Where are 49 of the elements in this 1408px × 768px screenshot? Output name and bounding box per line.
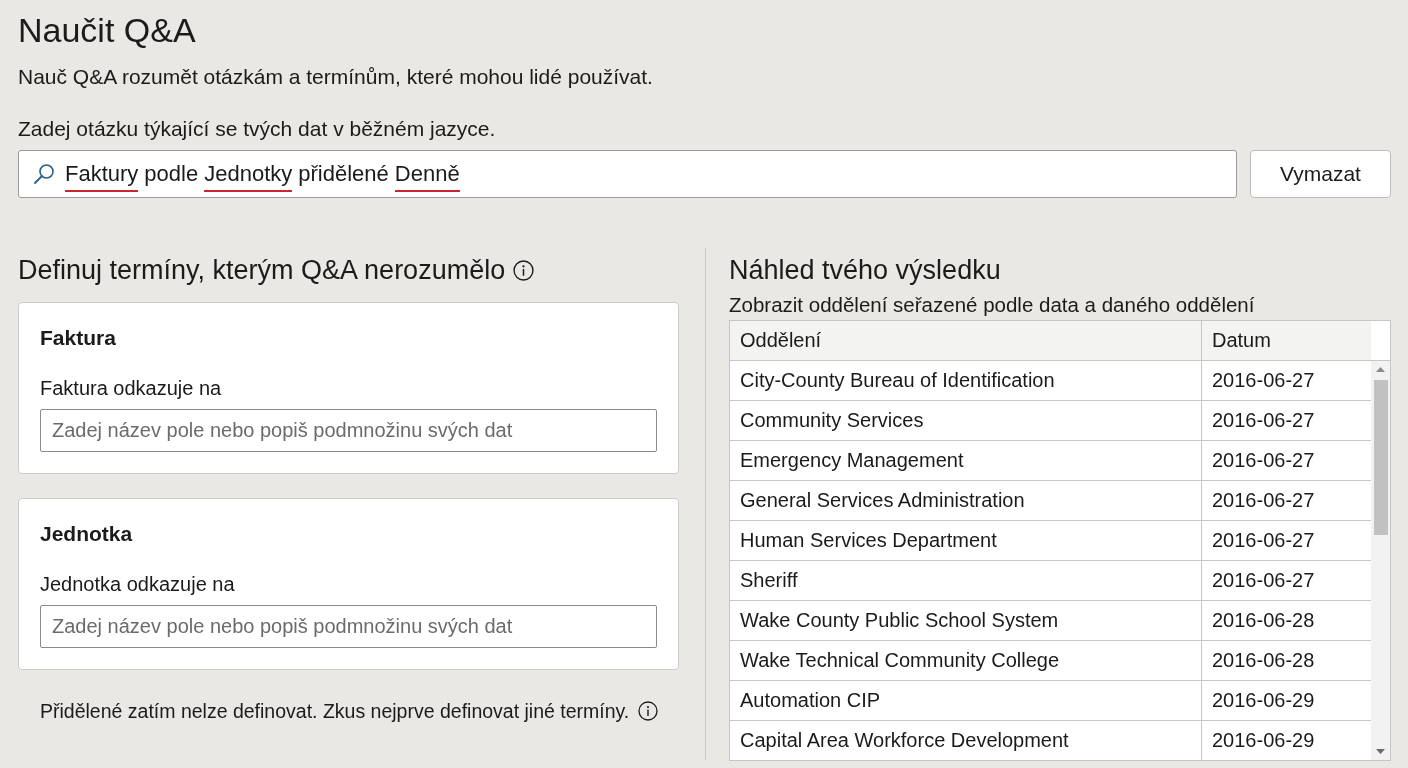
table-cell-text: 2016-06-27 (1211, 528, 1316, 553)
scroll-up-icon[interactable] (1376, 367, 1385, 372)
underlined-word: Denně (394, 160, 460, 192)
table-cell-text: 2016-06-29 (1211, 688, 1316, 713)
table-cell: Automation CIP (730, 681, 1202, 720)
result-description: Zobrazit oddělení seřazené podle data a daného oddělení (729, 293, 1255, 317)
table-cell: Human Services Department (730, 521, 1202, 560)
query-word: přidělené (298, 160, 389, 188)
column-header: Oddělení (730, 321, 1202, 360)
table-cell: City-County Bureau of Identification (730, 361, 1202, 400)
table-cell: Community Services (730, 401, 1202, 440)
table-cell-text: 2016-06-28 (1211, 608, 1316, 633)
table-cell-text: 2016-06-27 (1211, 368, 1316, 393)
info-icon (638, 701, 659, 721)
table-cell-text: 2016-06-27 (1211, 448, 1316, 473)
field-label: Faktura odkazuje na (40, 376, 222, 401)
scroll-down-icon[interactable] (1376, 749, 1385, 754)
table-cell: General Services Administration (730, 481, 1202, 520)
table-cell: Emergency Management (730, 441, 1202, 480)
table-cell: Capital Area Workforce Development (730, 721, 1202, 760)
table-cell-text: 2016-06-27 (1211, 568, 1316, 593)
table-cell-text: 2016-06-27 (1211, 488, 1316, 513)
scrollbar[interactable] (1371, 361, 1390, 760)
table-cell-text: 2016-06-29 (1211, 728, 1316, 753)
question-label: Zadej otázku týkající se tvých dat v běžném jazyce. (18, 116, 496, 142)
input-field[interactable]: Zadej název pole nebo popiš podmnožinu svých dat (40, 605, 657, 648)
table-cell: Wake Technical Community College (730, 641, 1202, 680)
input-field[interactable]: Zadej název pole nebo popiš podmnožinu svých dat (40, 409, 657, 452)
query-word: podle (144, 160, 199, 188)
page-title: Naučit Q&A (18, 10, 196, 50)
section-heading: Náhled tvého výsledku (729, 254, 1001, 287)
underlined-word: Faktury (65, 160, 139, 192)
table-cell-text: 2016-06-28 (1211, 648, 1316, 673)
search-icon (33, 163, 55, 185)
scrollbar-thumb[interactable] (1373, 380, 1388, 535)
table-cell: Wake County Public School System (730, 601, 1202, 640)
field-label: Jednotka odkazuje na (40, 572, 235, 597)
table-cell: Sheriff (730, 561, 1202, 600)
table-cell-text: 2016-06-27 (1211, 408, 1316, 433)
term-title: Jednotka (40, 521, 133, 547)
section-heading: Definuj termíny, kterým Q&A nerozumělo (18, 254, 506, 287)
underlined-word: Jednotky (204, 160, 293, 192)
note-text: Přidělené zatím nelze definovat. Zkus nejprve definovat jiné termíny. (40, 699, 630, 724)
clear-button[interactable]: Vymazat (1250, 150, 1391, 198)
term-title: Faktura (40, 325, 116, 351)
info-icon (513, 259, 535, 281)
column-header: Datum (1202, 321, 1371, 360)
question-field[interactable]: Faktury podle Jednotky přidělené Denně (18, 150, 1237, 198)
page-subtitle: Nauč Q&A rozumět otázkám a termínům, které mohou lidé používat. (18, 64, 653, 90)
